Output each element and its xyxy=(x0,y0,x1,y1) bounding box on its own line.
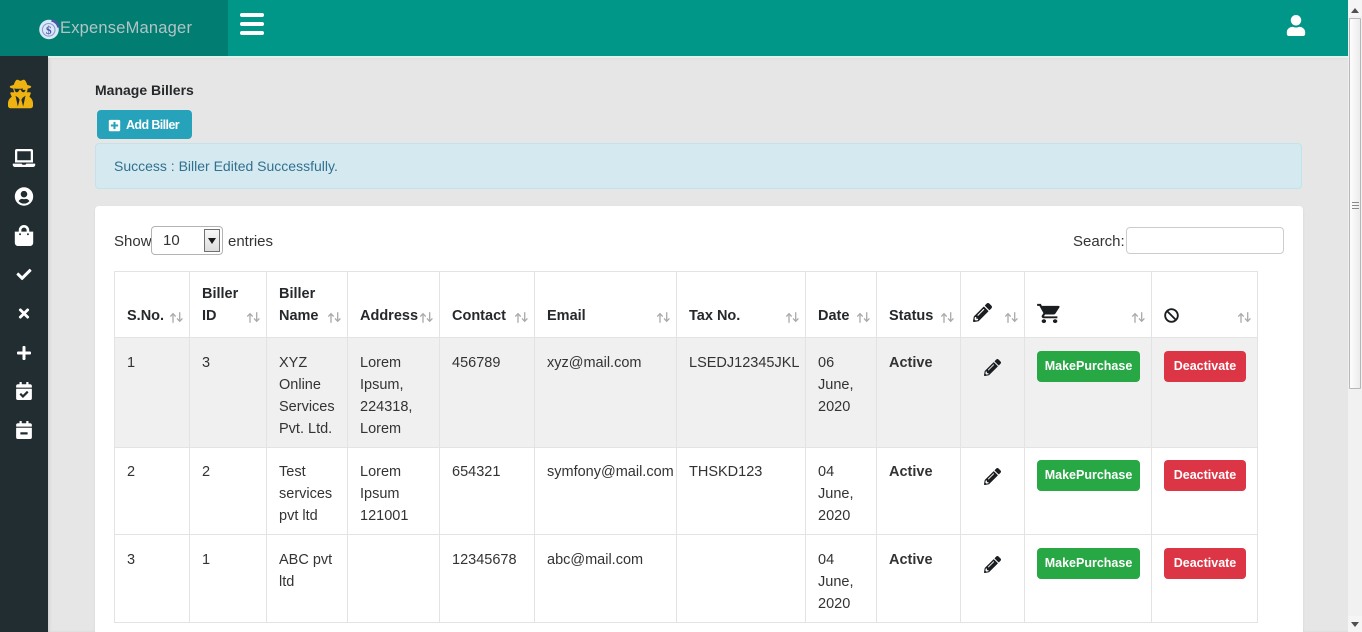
svg-text:$: $ xyxy=(46,24,52,37)
